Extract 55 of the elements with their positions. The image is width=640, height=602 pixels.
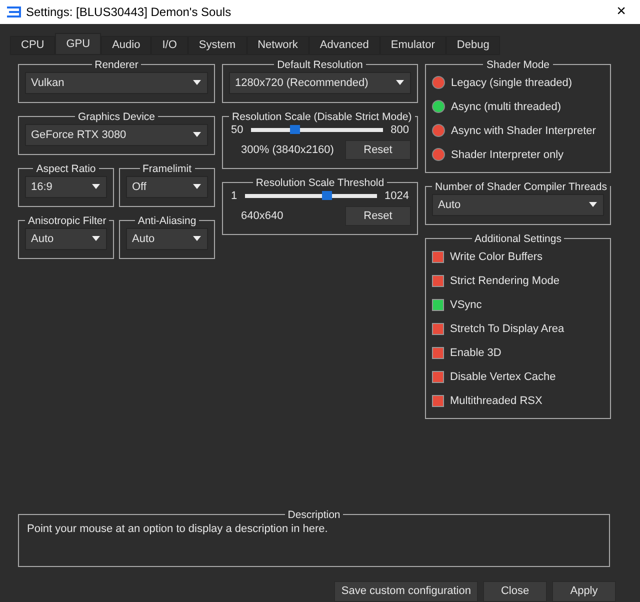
slider-value: 640x640 xyxy=(241,210,284,222)
dropdown[interactable]: Off xyxy=(126,176,208,198)
group-title: Aspect Ratio xyxy=(35,162,97,175)
group-title: Shader Mode xyxy=(485,58,551,71)
dropdown[interactable]: GeForce RTX 3080 xyxy=(25,124,208,146)
tab[interactable]: GPU xyxy=(55,32,102,55)
group-title: Additional Settings xyxy=(474,232,562,245)
reset-button[interactable]: Reset xyxy=(345,140,411,160)
window-title: Settings: [BLUS30443] Demon's Souls xyxy=(26,4,232,19)
group-title: Framelimit xyxy=(142,162,192,175)
dropdown[interactable]: Auto xyxy=(25,228,107,250)
group-title: Anisotropic Filter xyxy=(27,214,108,227)
option-label: Stretch To Display Area xyxy=(450,322,564,335)
tab[interactable]: Audio xyxy=(101,36,152,55)
option-label: Async (multi threaded) xyxy=(451,100,562,113)
slider-value: 300% (3840x2160) xyxy=(241,144,334,156)
dropdown[interactable]: Auto xyxy=(126,228,208,250)
tab[interactable]: Debug xyxy=(446,36,500,55)
min-label: 50 xyxy=(231,124,244,136)
tab[interactable]: Network xyxy=(246,36,309,55)
option-label: Strict Rendering Mode xyxy=(450,274,560,287)
description-text: Point your mouse at an option to display a description in here. xyxy=(27,522,328,535)
option-label: Disable Vertex Cache xyxy=(450,370,556,383)
group-title: Graphics Device xyxy=(76,110,156,123)
option-label: Legacy (single threaded) xyxy=(451,76,572,89)
option-label: VSync xyxy=(450,298,482,311)
group-title: Description xyxy=(286,508,342,521)
tab[interactable]: CPU xyxy=(10,36,56,55)
group-title: Renderer xyxy=(94,58,140,71)
min-label: 1 xyxy=(231,190,238,202)
dialog-button[interactable]: Close xyxy=(483,580,547,602)
group-title: Resolution Scale (Disable Strict Mode) xyxy=(231,110,413,123)
dropdown[interactable]: Vulkan xyxy=(25,72,208,94)
option-label: Multithreaded RSX xyxy=(450,394,542,407)
reset-button[interactable]: Reset xyxy=(345,206,411,226)
tab[interactable]: System xyxy=(188,36,247,55)
dropdown[interactable]: 1280x720 (Recommended) xyxy=(229,72,411,94)
group-title: Resolution Scale Threshold xyxy=(254,176,386,189)
option-label: Async with Shader Interpreter xyxy=(451,124,596,137)
group-title: Number of Shader Compiler Threads xyxy=(434,180,608,193)
option-label: Write Color Buffers xyxy=(450,250,543,263)
option-label: Enable 3D xyxy=(450,346,502,359)
tab[interactable]: I/O xyxy=(151,36,188,55)
tab[interactable]: Advanced xyxy=(308,36,380,55)
dialog-button[interactable]: Save custom configuration xyxy=(334,580,478,602)
dropdown[interactable]: Auto xyxy=(432,194,604,216)
close-button[interactable]: × xyxy=(610,2,632,21)
max-label: 1024 xyxy=(384,190,409,202)
tab[interactable]: Emulator xyxy=(380,36,446,55)
option-label: Shader Interpreter only xyxy=(451,148,564,161)
group-title: Default Resolution xyxy=(276,58,364,71)
dialog-button[interactable]: Apply xyxy=(552,580,616,602)
max-label: 800 xyxy=(390,124,409,136)
dropdown[interactable]: 16:9 xyxy=(25,176,107,198)
group-title: Anti-Aliasing xyxy=(136,214,198,227)
